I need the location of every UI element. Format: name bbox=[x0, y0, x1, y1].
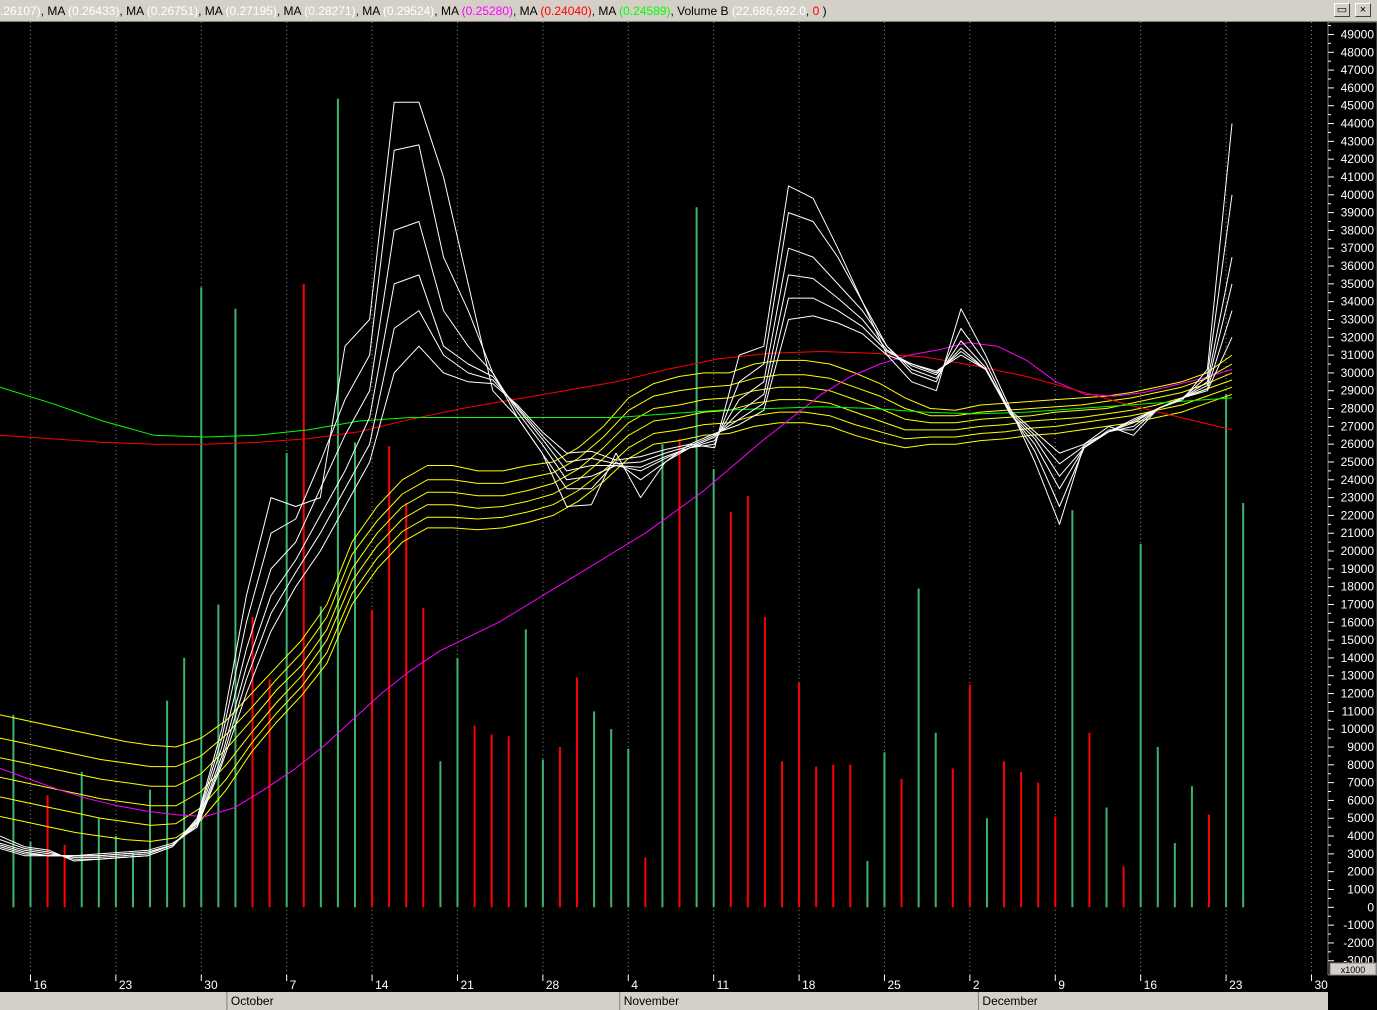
y-tick-label: 35000 bbox=[1341, 277, 1375, 291]
y-tick-label: -1000 bbox=[1343, 918, 1374, 932]
y-tick-label: 34000 bbox=[1341, 295, 1375, 309]
y-tick-label: 43000 bbox=[1341, 134, 1375, 148]
y-tick-label: 24000 bbox=[1341, 473, 1375, 487]
close-button[interactable]: × bbox=[1355, 3, 1371, 17]
y-tick-label: 25000 bbox=[1341, 455, 1375, 469]
y-tick-label: 10000 bbox=[1341, 722, 1375, 736]
legend-segment: (0.29524) bbox=[382, 4, 435, 18]
legend-segment: .26107) bbox=[0, 4, 41, 18]
y-tick-label: 17000 bbox=[1341, 597, 1375, 611]
x-tick-label: 23 bbox=[1229, 978, 1243, 992]
y-tick-label: 21000 bbox=[1341, 526, 1375, 540]
y-tick-label: 44000 bbox=[1341, 117, 1375, 131]
legend-segment: (0.24589) bbox=[619, 4, 671, 18]
legend-segment: (0.27195) bbox=[225, 4, 277, 18]
legend-segment: , MA bbox=[198, 4, 226, 18]
y-tick-label: 20000 bbox=[1341, 544, 1375, 558]
y-tick-label: 39000 bbox=[1341, 206, 1375, 220]
y-tick-label: 6000 bbox=[1347, 793, 1374, 807]
restore-button[interactable]: ▭ bbox=[1334, 3, 1350, 17]
x-tick-label: 25 bbox=[887, 978, 901, 992]
y-tick-label: 36000 bbox=[1341, 259, 1375, 273]
y-tick-label: 29000 bbox=[1341, 384, 1375, 398]
y-tick-label: 8000 bbox=[1347, 758, 1374, 772]
x-tick-label: 4 bbox=[631, 978, 638, 992]
y-tick-label: 47000 bbox=[1341, 63, 1375, 77]
y-tick-label: 13000 bbox=[1341, 669, 1375, 683]
x-tick-label: 16 bbox=[33, 978, 47, 992]
y-tick-label: 11000 bbox=[1342, 704, 1375, 718]
x-tick-label: 28 bbox=[546, 978, 560, 992]
legend-segment: (22,686,692.0 bbox=[731, 4, 806, 18]
y-tick-label: 33000 bbox=[1341, 312, 1375, 326]
indicator-legend: .26107), MA (0.26433), MA (0.26751), MA … bbox=[0, 0, 827, 21]
y-tick-label: 3000 bbox=[1347, 847, 1374, 861]
y-tick-label: 12000 bbox=[1341, 687, 1375, 701]
legend-segment: , Volume B bbox=[670, 4, 732, 18]
y-tick-label: 41000 bbox=[1341, 170, 1375, 184]
y-tick-label: 26000 bbox=[1341, 437, 1375, 451]
y-tick-label: 46000 bbox=[1341, 81, 1375, 95]
x-tick-label: 2 bbox=[973, 978, 980, 992]
y-tick-label: 42000 bbox=[1341, 152, 1375, 166]
y-tick-label: 16000 bbox=[1341, 615, 1375, 629]
x-tick-label: 7 bbox=[290, 978, 297, 992]
y-tick-label: 30000 bbox=[1341, 366, 1375, 380]
legend-segment: (0.24040) bbox=[540, 4, 592, 18]
y-tick-label: 9000 bbox=[1347, 740, 1374, 754]
legend-segment: , MA bbox=[434, 4, 462, 18]
x-tick-label: 11 bbox=[717, 978, 730, 992]
legend-segment: (0.26751) bbox=[146, 4, 199, 18]
legend-segment: (0.26433) bbox=[68, 4, 120, 18]
x-tick-label: 18 bbox=[802, 978, 816, 992]
x-tick-label: 14 bbox=[375, 978, 389, 992]
x-tick-label: 21 bbox=[460, 978, 474, 992]
y-tick-label: 40000 bbox=[1341, 188, 1375, 202]
y-tick-label: 38000 bbox=[1341, 223, 1375, 237]
y-tick-label: 4000 bbox=[1347, 829, 1374, 843]
y-tick-label: 37000 bbox=[1341, 241, 1375, 255]
x-tick-label: 9 bbox=[1058, 978, 1065, 992]
month-label: December bbox=[982, 994, 1037, 1008]
y-tick-label: 23000 bbox=[1341, 491, 1375, 505]
y-tick-label: 49000 bbox=[1341, 27, 1375, 41]
y-tick-label: 22000 bbox=[1341, 508, 1375, 522]
y-tick-label: 28000 bbox=[1341, 402, 1375, 416]
x-tick-label: 30 bbox=[204, 978, 218, 992]
legend-segment: , bbox=[805, 4, 813, 18]
month-label: November bbox=[624, 994, 679, 1008]
y-tick-label: 45000 bbox=[1341, 99, 1375, 113]
month-label: October bbox=[231, 994, 274, 1008]
legend-segment: , MA bbox=[591, 4, 620, 18]
x-tick-label: 16 bbox=[1144, 978, 1158, 992]
legend-segment: ) bbox=[819, 4, 827, 18]
x-tick-label: 30 bbox=[1314, 978, 1328, 992]
legend-segment: (0.25280) bbox=[461, 4, 514, 18]
y-tick-label: 31000 bbox=[1341, 348, 1375, 362]
y-tick-label: 18000 bbox=[1341, 580, 1375, 594]
y-tick-label: 15000 bbox=[1341, 633, 1375, 647]
x-tick-label: 23 bbox=[119, 978, 133, 992]
legend-segment: , MA bbox=[119, 4, 147, 18]
legend-segment: , MA bbox=[513, 4, 541, 18]
y-tick-label: 19000 bbox=[1341, 562, 1375, 576]
y-tick-label: -2000 bbox=[1343, 936, 1374, 950]
legend-segment: (0.28271) bbox=[304, 4, 356, 18]
y-tick-label: 48000 bbox=[1341, 45, 1375, 59]
legend-segment: , MA bbox=[355, 4, 383, 18]
y-tick-label: 7000 bbox=[1347, 776, 1374, 790]
legend-segment: , MA bbox=[276, 4, 305, 18]
y-tick-label: 5000 bbox=[1347, 811, 1374, 825]
volume-ma-chart: -3000-2000-10000100020003000400050006000… bbox=[0, 22, 1377, 1010]
y-tick-label: 1000 bbox=[1347, 882, 1374, 896]
y-tick-label: 32000 bbox=[1341, 330, 1375, 344]
plot-area bbox=[0, 22, 1328, 975]
y-tick-label: 0 bbox=[1367, 900, 1374, 914]
y-tick-label: 2000 bbox=[1347, 865, 1374, 879]
y-tick-label: 14000 bbox=[1341, 651, 1375, 665]
legend-segment: , MA bbox=[40, 4, 69, 18]
title-bar: .26107), MA (0.26433), MA (0.26751), MA … bbox=[0, 0, 1377, 22]
y-multiplier-label: x1000 bbox=[1341, 965, 1366, 975]
y-tick-label: 27000 bbox=[1341, 419, 1375, 433]
